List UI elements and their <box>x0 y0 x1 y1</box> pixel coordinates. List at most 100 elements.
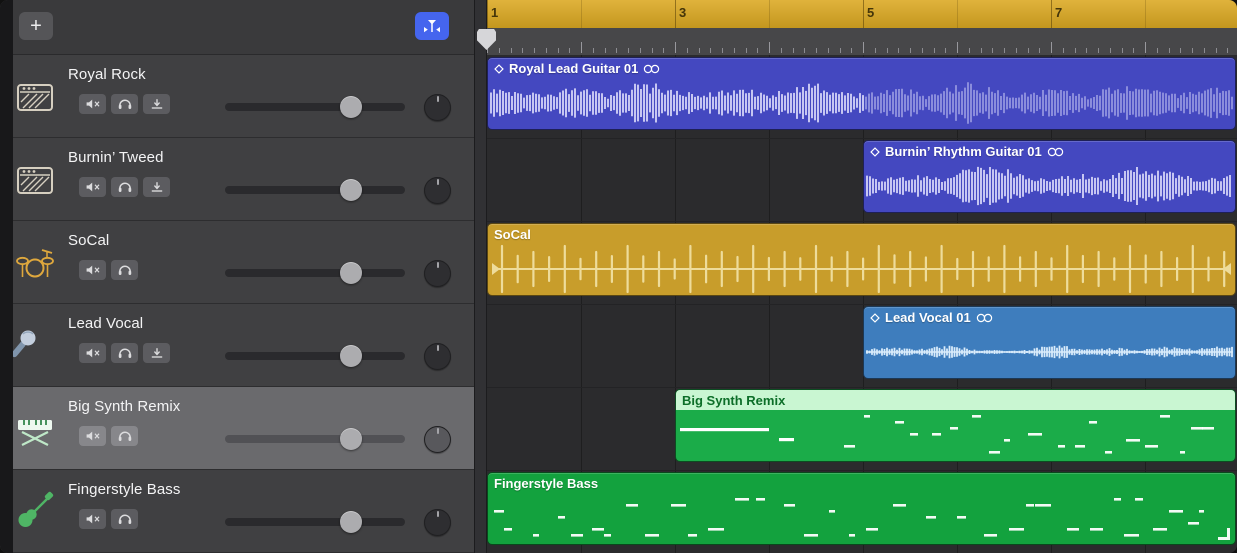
sidebar-timeline-divider[interactable] <box>474 0 487 553</box>
volume-slider-thumb[interactable] <box>340 96 362 118</box>
beat-ruler[interactable]: 1357 <box>487 0 1237 29</box>
region-royal-lead-guitar-01[interactable]: Royal Lead Guitar 01 <box>487 57 1236 130</box>
region-resize-handle[interactable] <box>1218 528 1230 540</box>
input-monitoring-button[interactable] <box>143 177 170 197</box>
pan-knob[interactable] <box>424 426 451 453</box>
solo-headphones-button[interactable] <box>111 343 138 363</box>
bar-line <box>1051 0 1052 28</box>
track-header-socal[interactable]: SoCal <box>0 221 474 304</box>
region-name: Big Synth Remix <box>682 393 785 408</box>
tick <box>1204 48 1205 53</box>
catch-playhead-button[interactable] <box>415 12 449 40</box>
track-controls <box>79 94 170 114</box>
solo-headphones-button[interactable] <box>111 260 138 280</box>
solo-headphones-button[interactable] <box>111 177 138 197</box>
region-socal[interactable]: SoCal <box>487 223 1236 296</box>
tick <box>593 48 594 53</box>
region-burnin-rhythm-guitar-01[interactable]: Burnin’ Rhythm Guitar 01 <box>863 140 1236 213</box>
mute-button[interactable] <box>79 509 106 529</box>
tick <box>1086 48 1087 53</box>
input-monitoring-button[interactable] <box>143 94 170 114</box>
tick <box>710 48 711 53</box>
tick <box>816 48 817 53</box>
lane-separator <box>487 304 1237 305</box>
tick <box>1227 48 1228 53</box>
track-controls <box>79 426 138 446</box>
mute-button[interactable] <box>79 177 106 197</box>
tick <box>1075 48 1076 53</box>
volume-slider[interactable] <box>225 103 405 111</box>
region-content <box>676 409 1235 461</box>
solo-headphones-button[interactable] <box>111 509 138 529</box>
volume-slider-thumb[interactable] <box>340 428 362 450</box>
tick <box>1133 48 1134 53</box>
volume-slider[interactable] <box>225 352 405 360</box>
volume-slider-thumb[interactable] <box>340 345 362 367</box>
volume-slider[interactable] <box>225 518 405 526</box>
bar-number: 7 <box>1055 5 1062 20</box>
microphone-icon <box>13 324 57 368</box>
tick <box>1180 48 1181 53</box>
bar-line <box>957 0 958 28</box>
sidebar-gutter <box>0 0 13 553</box>
follow-tempo-icon <box>870 313 880 323</box>
input-monitoring-button[interactable] <box>143 343 170 363</box>
solo-headphones-button[interactable] <box>111 426 138 446</box>
solo-headphones-button[interactable] <box>111 94 138 114</box>
track-header-big-synth-remix[interactable]: Big Synth Remix <box>0 387 474 470</box>
pan-knob[interactable] <box>424 343 451 370</box>
tick <box>934 48 935 53</box>
volume-slider-thumb[interactable] <box>340 179 362 201</box>
region-header: Burnin’ Rhythm Guitar 01 <box>864 141 1235 161</box>
guitar-amp-icon <box>13 158 57 202</box>
mute-button[interactable] <box>79 260 106 280</box>
tick <box>663 48 664 53</box>
region-fingerstyle-bass[interactable]: Fingerstyle Bass <box>487 472 1236 545</box>
tick <box>1192 48 1193 53</box>
region-big-synth-remix[interactable]: Big Synth Remix <box>675 389 1236 462</box>
tick <box>1110 48 1111 53</box>
region-header: Fingerstyle Bass <box>488 473 1235 493</box>
tick <box>1039 48 1040 53</box>
region-header: Royal Lead Guitar 01 <box>488 58 1235 78</box>
track-header-fingerstyle-bass[interactable]: Fingerstyle Bass <box>0 470 474 553</box>
track-header-burnin-tweed[interactable]: Burnin’ Tweed <box>0 138 474 221</box>
region-content <box>488 243 1235 295</box>
catch-playhead-icon <box>423 19 441 33</box>
volume-slider[interactable] <box>225 186 405 194</box>
volume-slider-thumb[interactable] <box>340 262 362 284</box>
region-name: Fingerstyle Bass <box>494 476 598 491</box>
pan-knob[interactable] <box>424 94 451 121</box>
track-header-lead-vocal[interactable]: Lead Vocal <box>0 304 474 387</box>
tick <box>1122 48 1123 53</box>
tick <box>992 48 993 53</box>
volume-slider-thumb[interactable] <box>340 511 362 533</box>
add-track-button[interactable]: + <box>19 12 53 40</box>
bar-line <box>769 0 770 28</box>
volume-slider[interactable] <box>225 435 405 443</box>
bar-line <box>1145 0 1146 28</box>
region-lead-vocal-01[interactable]: Lead Vocal 01 <box>863 306 1236 379</box>
region-content <box>488 77 1235 129</box>
tick <box>1028 48 1029 53</box>
pan-knob[interactable] <box>424 260 451 287</box>
pan-knob[interactable] <box>424 509 451 536</box>
mute-button[interactable] <box>79 426 106 446</box>
ruler-ticks[interactable] <box>487 28 1237 56</box>
pan-knob[interactable] <box>424 177 451 204</box>
tick <box>969 48 970 53</box>
track-header-royal-rock[interactable]: Royal Rock <box>0 55 474 138</box>
mute-button[interactable] <box>79 94 106 114</box>
region-content <box>864 326 1235 378</box>
tick <box>1063 48 1064 53</box>
guitar-amp-icon <box>13 75 57 119</box>
mute-button[interactable] <box>79 343 106 363</box>
track-name: Lead Vocal <box>68 315 143 332</box>
tick <box>1016 48 1017 53</box>
volume-slider[interactable] <box>225 269 405 277</box>
lane-separator <box>487 470 1237 471</box>
region-header: Big Synth Remix <box>676 390 1235 410</box>
sidebar-header: + <box>0 0 474 55</box>
track-name: Big Synth Remix <box>68 398 180 415</box>
tick <box>569 48 570 53</box>
